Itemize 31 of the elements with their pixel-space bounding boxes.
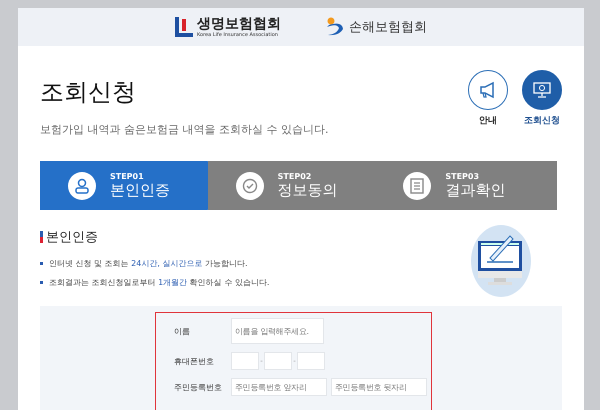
step-label: 정보동의 [278, 180, 338, 200]
logo-text: 생명보험협회 [197, 16, 281, 30]
bullet-text: 조회결과는 조회신청일로부터 1개월간 확인하실 수 있습니다. [49, 277, 270, 288]
field-label: 휴대폰번호 [174, 356, 215, 366]
bullet-icon [40, 262, 43, 265]
section-title: 본인인증 [46, 229, 98, 246]
page-description: 보험가입 내역과 숨은보험금 내역을 조회하실 수 있습니다. [40, 122, 328, 137]
phone-input-field[interactable] [231, 352, 259, 370]
step-number: STEP02 [278, 172, 312, 180]
id-number-input-field[interactable]: 주민등록번호 뒷자리 [331, 378, 427, 396]
step-number: STEP03 [445, 172, 480, 180]
person-icon [74, 178, 90, 194]
step-label: 결과확인 [445, 180, 506, 200]
step-number: STEP01 [110, 172, 145, 180]
bullet-icon [40, 281, 43, 284]
field-label: 이름 [174, 326, 191, 336]
heading-marker [40, 231, 43, 243]
monitor-icon [533, 82, 551, 98]
id-number-input-field[interactable]: 주민등록번호 앞자리 [231, 378, 327, 396]
document-icon [410, 178, 424, 194]
logo-mark-icon [175, 17, 193, 37]
phone-input-field[interactable] [297, 352, 325, 370]
phone-input-field[interactable] [264, 352, 292, 370]
step-label: 본인인증 [110, 180, 170, 200]
field-label: 주민등록번호 [174, 382, 223, 392]
check-circle-icon [242, 178, 258, 194]
logo-swoosh-icon [325, 17, 345, 37]
name-input-field[interactable]: 이름을 입력해주세요. [231, 318, 324, 344]
logo-text: 손해보험협회 [349, 19, 427, 36]
page-title: 조회신청 [40, 77, 137, 108]
bullet-text: 인터넷 신청 및 조회는 24시간, 실시간으로 가능합니다. [49, 258, 248, 269]
